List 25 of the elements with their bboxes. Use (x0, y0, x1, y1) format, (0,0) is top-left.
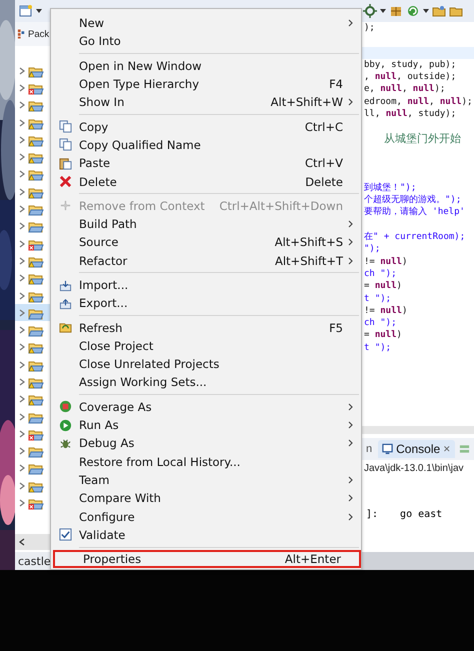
code-line: edroom, null, null); (364, 96, 472, 107)
code-line: = null) (364, 330, 402, 340)
tab-label: Console (396, 442, 440, 456)
code-line: 要帮助，请输入 'help' (364, 207, 465, 218)
code-line: t "); (364, 342, 392, 353)
code-line: 到城堡！"); (364, 182, 416, 193)
code-line: ch "); (364, 318, 397, 328)
code-line: , null, outside); (364, 72, 456, 82)
code-line: ch "); (364, 268, 397, 279)
code-line: bby, study, pub); (364, 60, 456, 70)
code-line: e, null, null); (364, 84, 446, 94)
code-line: 个超级无聊的游戏。"); (364, 195, 462, 206)
code-line: t "); (364, 294, 392, 304)
code-line: != null) (364, 256, 408, 267)
code-comment: 从城堡门外开始 (383, 132, 461, 145)
console-output: go east (400, 509, 442, 520)
code-line: 在" + currentRoom); (364, 232, 466, 242)
console-header: Java\jdk-13.0.1\bin\jav (363, 462, 465, 476)
code-line: "); (364, 244, 380, 254)
code-line: ); (364, 23, 375, 33)
code-line: ll, null, study); (364, 109, 456, 120)
status-text: castle (18, 554, 51, 568)
console-output: ]: (366, 509, 378, 520)
code-line: = null) (364, 281, 402, 292)
code-line: != null) (364, 306, 408, 316)
